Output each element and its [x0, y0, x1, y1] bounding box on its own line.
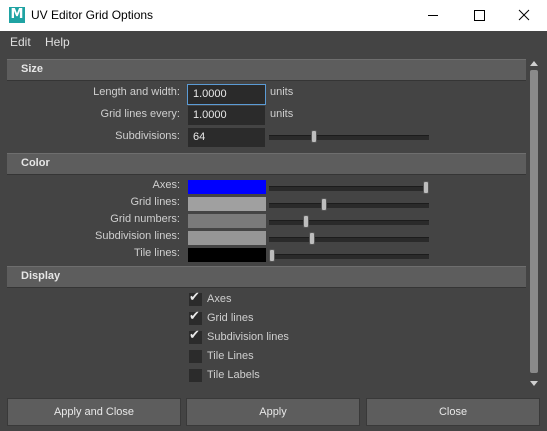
apply-button[interactable]: Apply [186, 398, 360, 426]
window-title: UV Editor Grid Options [31, 8, 154, 22]
check-icon: ✔ [189, 290, 200, 305]
button-row: Apply and Close Apply Close [0, 393, 547, 431]
minimize-icon [428, 15, 438, 16]
color-row-label: Axes: [152, 179, 180, 191]
maximize-icon [474, 10, 485, 21]
section-body-size: Length and width: 1.0000 units Grid line… [7, 81, 526, 151]
close-button[interactable]: Close [366, 398, 540, 426]
minimize-button[interactable] [410, 0, 456, 31]
section-header-size[interactable]: Size [7, 59, 526, 81]
color-slider-thumb[interactable] [302, 215, 309, 228]
checkbox[interactable]: ✔ [189, 328, 202, 344]
color-swatch[interactable] [188, 214, 266, 228]
color-swatch[interactable] [188, 180, 266, 194]
color-slider-thumb[interactable] [309, 232, 316, 245]
close-window-button[interactable] [501, 0, 547, 31]
checkbox-label: Tile Labels [207, 369, 260, 381]
apply-and-close-button[interactable]: Apply and Close [7, 398, 181, 426]
vertical-scrollbar[interactable] [528, 59, 541, 389]
scrollbar-thumb[interactable] [530, 70, 538, 373]
menu-edit[interactable]: Edit [10, 35, 31, 49]
checkbox[interactable] [189, 350, 202, 363]
checkbox-label: Tile Lines [207, 350, 254, 362]
scroll-down-arrow-icon[interactable] [530, 381, 538, 386]
color-slider-thumb[interactable] [321, 198, 328, 211]
color-row-label: Grid lines: [130, 196, 180, 208]
checkbox-label: Subdivision lines [207, 331, 289, 343]
section-body-display: ✔ Axes ✔ Grid lines ✔ Subdivision lines Tile L… [7, 288, 526, 388]
section-title: Display [21, 270, 61, 282]
section-body-color: Axes: Grid lines: Grid numbers: Subdivision… [7, 175, 526, 265]
menu-help[interactable]: Help [45, 35, 70, 49]
color-row-label: Grid numbers: [110, 213, 180, 225]
subdivisions-label: Subdivisions: [115, 130, 180, 142]
menu-bar: Edit Help [0, 31, 547, 52]
scroll-up-arrow-icon[interactable] [530, 61, 538, 66]
color-slider-thumb[interactable] [269, 249, 275, 262]
options-panel: Size Length and width: 1.0000 units Grid… [7, 59, 528, 389]
color-swatch[interactable] [188, 231, 266, 245]
section-title: Color [21, 157, 50, 169]
section-title: Size [21, 63, 44, 75]
color-slider-track[interactable] [269, 220, 429, 225]
checkbox-label: Grid lines [207, 312, 254, 324]
check-icon: ✔ [189, 328, 200, 343]
subdivisions-slider-thumb[interactable] [310, 130, 317, 143]
subdivisions-slider-track[interactable] [269, 135, 429, 140]
check-icon: ✔ [189, 309, 200, 324]
grid-lines-every-label: Grid lines every: [100, 108, 180, 120]
maximize-button[interactable] [456, 0, 502, 31]
color-slider-track[interactable] [269, 186, 429, 191]
checkbox-label: Axes [207, 293, 232, 305]
grid-every-unit-label: units [270, 108, 294, 120]
color-row-label: Subdivision lines: [95, 230, 180, 242]
maya-app-icon: M [9, 7, 25, 23]
section-header-display[interactable]: Display [7, 266, 526, 288]
length-width-label: Length and width: [93, 86, 180, 98]
grid-lines-every-field[interactable]: 1.0000 [188, 106, 265, 125]
color-row-label: Tile lines: [133, 247, 180, 259]
section-header-color[interactable]: Color [7, 153, 526, 175]
length-unit-label: units [270, 86, 294, 98]
title-bar[interactable]: M UV Editor Grid Options [0, 0, 547, 31]
subdivisions-field[interactable]: 64 [188, 128, 265, 147]
color-slider-track[interactable] [269, 254, 429, 259]
color-slider-track[interactable] [269, 203, 429, 208]
color-swatch[interactable] [188, 197, 266, 211]
close-icon [518, 9, 530, 21]
color-slider-track[interactable] [269, 237, 429, 242]
checkbox[interactable]: ✔ [189, 309, 202, 325]
checkbox[interactable] [189, 369, 202, 382]
color-swatch[interactable] [188, 248, 266, 262]
checkbox[interactable]: ✔ [189, 290, 202, 306]
color-slider-thumb[interactable] [423, 181, 429, 194]
length-width-field[interactable]: 1.0000 [187, 84, 266, 105]
